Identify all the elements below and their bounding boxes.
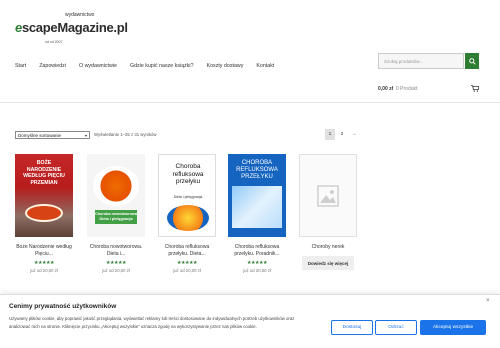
reject-button[interactable]: Odrzuć: [375, 320, 417, 335]
customize-button[interactable]: Dostosuj: [331, 320, 373, 335]
accept-all-button[interactable]: Akceptuj wszystkie: [420, 320, 486, 335]
product-card[interactable]: BOŻE NARODZENIE WEDŁUG PIĘCIU PRZEMIAN B…: [15, 154, 73, 273]
pagination: 1 2 →: [325, 129, 359, 140]
header-divider: [0, 102, 500, 103]
search-input[interactable]: Szukaj produktów...: [378, 53, 464, 69]
cover-subtitle: Dieta i pielęgnacja: [173, 195, 203, 199]
product-card[interactable]: CHOROBA REFLUKSOWA PRZEŁYKU Choroba refl…: [228, 154, 286, 273]
product-title[interactable]: Choroba nowotworowa. Dieta i...: [87, 244, 145, 258]
star-rating: ★★★★★: [177, 260, 197, 266]
product-image[interactable]: CHOROBA REFLUKSOWA PRZEŁYKU: [228, 154, 286, 237]
star-rating: ★★★★★: [34, 260, 54, 266]
nav-gdzie-kupic[interactable]: Gdzie kupić nasze książki?: [130, 63, 194, 69]
product-title[interactable]: Choroba refluksowa przełyku. Poradnik...: [228, 244, 286, 258]
nav-o-wydawnictwie[interactable]: O wydawnictwie: [79, 63, 117, 69]
product-title[interactable]: Boże Narodzenie według Pięciu...: [15, 244, 73, 258]
product-price: już od 20,00 zł: [30, 268, 58, 273]
product-price: już od 20,00 zł: [243, 268, 271, 273]
nav-koszty-dostawy[interactable]: Koszty dostawy: [207, 63, 244, 69]
page-1[interactable]: 1: [325, 129, 335, 140]
cover-title: Choroba nowotworowa Dieta i pielęgnacja: [95, 210, 137, 224]
cookie-banner: × Cenimy prywatność użytkowników Używamy…: [0, 294, 500, 348]
results-count: Wyświetlanie 1–25 z 31 wyników: [94, 132, 157, 137]
product-image[interactable]: Choroba nowotworowa Dieta i pielęgnacja: [87, 154, 145, 237]
search-button[interactable]: [465, 53, 479, 69]
search-icon: [468, 57, 476, 65]
product-card[interactable]: Choroby nerek Dowiedz się więcej: [299, 154, 357, 270]
cart-count: 0 Produkt: [396, 86, 418, 92]
site-header: wydawnictwo escapeMagazine.pl od od 2007…: [0, 0, 500, 100]
star-rating: ★★★★★: [247, 260, 267, 266]
food-plate-illustration: [93, 166, 139, 206]
nav-zapowiedzi[interactable]: Zapowiedzi: [39, 63, 66, 69]
product-image[interactable]: BOŻE NARODZENIE WEDŁUG PIĘCIU PRZEMIAN: [15, 154, 73, 237]
product-price: już od 20,00 zł: [102, 268, 130, 273]
nav-kontakt[interactable]: Kontakt: [256, 63, 274, 69]
soup-bowl-illustration: [25, 204, 63, 222]
cart-icon[interactable]: [471, 84, 479, 92]
cover-title: CHOROBA REFLUKSOWA PRZEŁYKU: [236, 160, 278, 180]
image-placeholder-icon: [317, 184, 339, 207]
page-next[interactable]: →: [349, 129, 359, 140]
logo-tagline: wydawnictwo: [65, 12, 95, 18]
cover-title: BOŻE NARODZENIE WEDŁUG PIĘCIU PRZEMIAN: [23, 160, 65, 186]
nav-start[interactable]: Start: [15, 63, 26, 69]
logo-since: od od 2007: [45, 40, 63, 44]
product-card[interactable]: Choroba nowotworowa Dieta i pielęgnacja …: [87, 154, 145, 273]
product-image-placeholder[interactable]: [299, 154, 357, 237]
star-rating: ★★★★★: [106, 260, 126, 266]
product-title[interactable]: Choroby nerek: [299, 244, 357, 251]
cookie-title: Cenimy prywatność użytkowników: [9, 303, 117, 310]
cover-title: Choroba refluksowa przełyku: [172, 163, 204, 185]
cover-photo: [232, 186, 282, 228]
cart-summary[interactable]: 0,00 zł 0 Produkt: [378, 86, 417, 92]
sort-selected-label: Domyślne sortowanie: [18, 133, 62, 138]
learn-more-button[interactable]: Dowiedz się więcej: [302, 256, 354, 270]
product-image[interactable]: Choroba refluksowa przełyku Dieta i piel…: [158, 154, 216, 237]
product-card[interactable]: Choroba refluksowa przełyku Dieta i piel…: [158, 154, 216, 273]
main-nav: Start Zapowiedzi O wydawnictwie Gdzie ku…: [15, 63, 287, 69]
cookie-text: Używamy plików cookie, aby poprawić jako…: [9, 316, 295, 329]
product-title[interactable]: Choroba refluksowa przełyku. Dieta...: [158, 244, 216, 258]
logo-wordmark: escapeMagazine.pl: [15, 20, 128, 35]
food-bowl-illustration: [167, 205, 209, 231]
chevron-down-icon: ▾: [84, 133, 87, 138]
sort-select[interactable]: Domyślne sortowanie ▾: [15, 131, 90, 139]
site-logo[interactable]: wydawnictwo escapeMagazine.pl od od 2007: [15, 12, 128, 46]
close-icon[interactable]: ×: [486, 298, 490, 304]
page-2[interactable]: 2: [337, 129, 347, 140]
product-price: już od 20,00 zł: [173, 268, 201, 273]
cart-amount: 0,00 zł: [378, 86, 394, 92]
